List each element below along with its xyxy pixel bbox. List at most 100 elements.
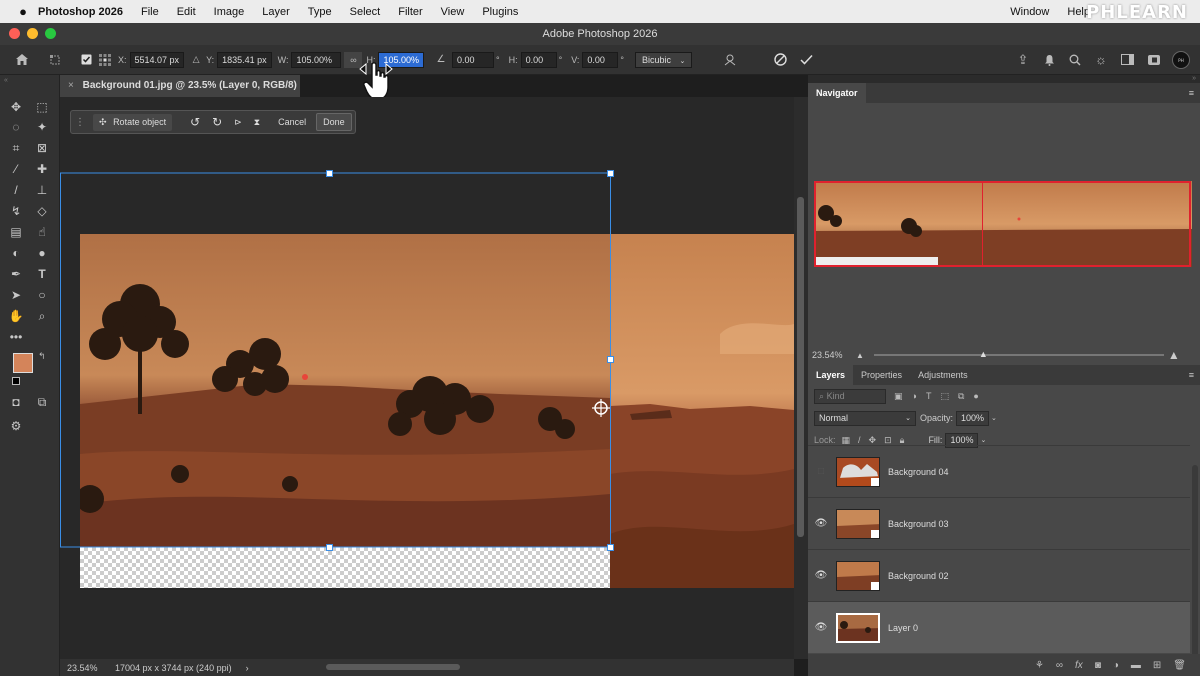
menu-app-name[interactable]: Photoshop 2026 — [38, 6, 123, 18]
new-group-icon[interactable]: ▬ — [1131, 660, 1141, 671]
foreground-color-swatch[interactable] — [13, 353, 33, 373]
layer-thumbnail[interactable] — [836, 612, 880, 643]
eye-icon[interactable]: 👁︎ — [808, 570, 834, 581]
healing-tool-icon[interactable]: ✚ — [32, 160, 52, 178]
layers-scrollbar[interactable] — [1192, 465, 1198, 665]
layer-row[interactable]: □ Background 04 — [808, 445, 1190, 497]
sponge-tool-icon[interactable]: ● — [32, 244, 52, 262]
fill-dropdown-icon[interactable]: ⌄ — [980, 436, 986, 444]
horizontal-scrollbar[interactable] — [326, 664, 460, 670]
reference-point-checkbox[interactable] — [74, 54, 98, 65]
menu-select[interactable]: Select — [350, 6, 381, 18]
brush-tool-icon[interactable]: / — [6, 181, 26, 199]
layer-row-selected[interactable]: 👁︎ Layer 0 — [808, 601, 1190, 653]
lock-transparent-icon[interactable]: ▦ — [842, 435, 851, 446]
account-avatar[interactable]: PH — [1168, 50, 1194, 69]
swap-colors-icon[interactable]: ↰ — [38, 351, 46, 362]
transform-bounding-box[interactable] — [60, 165, 620, 557]
cancel-button[interactable]: Cancel — [272, 114, 312, 130]
warp-icon[interactable] — [720, 53, 740, 67]
layers-menu-icon[interactable]: ≡ — [1189, 370, 1194, 380]
fx-icon[interactable]: fx — [1075, 660, 1083, 671]
close-window-button[interactable] — [9, 28, 20, 39]
menu-plugins[interactable]: Plugins — [482, 6, 518, 18]
transform-handle-top-right[interactable] — [607, 170, 614, 177]
navigator-thumbnail[interactable] — [814, 181, 1192, 267]
opacity-input[interactable]: 100% — [956, 410, 990, 426]
delete-layer-icon[interactable]: 🗑︎ — [1173, 660, 1186, 671]
magic-wand-tool-icon[interactable]: ✦ — [32, 118, 52, 136]
filter-type-icon[interactable]: T — [926, 391, 932, 402]
vskew-input[interactable]: 0.00 — [582, 51, 619, 68]
zoom-window-button[interactable] — [45, 28, 56, 39]
layer-name[interactable]: Background 03 — [888, 519, 949, 529]
transform-handle-bottom[interactable] — [326, 544, 333, 551]
transform-handle-top[interactable] — [326, 170, 333, 177]
lasso-tool-icon[interactable]: ◌ — [6, 118, 26, 136]
lock-position-icon[interactable]: ✥ — [869, 435, 877, 446]
commit-transform-icon[interactable] — [796, 54, 816, 65]
scroll-thumb[interactable] — [797, 197, 804, 537]
tab-adjustments[interactable]: Adjustments — [910, 365, 976, 385]
type-tool-icon[interactable]: T — [32, 265, 52, 283]
gradient-tool-icon[interactable]: ▤ — [6, 223, 26, 241]
collapse-toolbar-icon[interactable]: « — [4, 77, 8, 84]
new-layer-icon[interactable]: ⊞ — [1153, 660, 1161, 671]
history-brush-tool-icon[interactable]: ↯ — [6, 202, 26, 220]
lock-artboard-icon[interactable]: ⊡ — [884, 435, 892, 446]
y-input[interactable]: 1835.41 px — [217, 51, 272, 68]
eye-icon[interactable]: 👁︎ — [808, 518, 834, 529]
apple-icon[interactable]: ● — [0, 4, 34, 19]
hskew-input[interactable]: 0.00 — [520, 51, 557, 68]
layer-thumbnail[interactable] — [836, 560, 880, 591]
transform-handle-right[interactable] — [607, 356, 614, 363]
home-icon[interactable] — [0, 53, 44, 66]
interpolation-select[interactable]: Bicubic ⌄ — [635, 51, 693, 68]
lightbulb-icon[interactable]: ☼ — [1088, 52, 1114, 67]
rotate-left-icon[interactable]: ↺ — [184, 112, 206, 132]
filter-toggle-icon[interactable]: ● — [973, 391, 978, 402]
layer-thumbnail[interactable] — [836, 456, 880, 487]
drag-handle-icon[interactable]: ⋮ — [75, 117, 85, 128]
visibility-toggle-off[interactable]: □ — [808, 466, 834, 477]
transform-handle-bottom-right[interactable] — [607, 544, 614, 551]
smudge-tool-icon[interactable]: ☝ — [32, 223, 52, 241]
ellipse-tool-icon[interactable]: ○ — [32, 286, 52, 304]
link-layers-icon[interactable]: ∞ — [1056, 660, 1063, 671]
menu-edit[interactable]: Edit — [177, 6, 196, 18]
bell-icon[interactable] — [1036, 54, 1062, 66]
w-input[interactable]: 105.00% — [291, 51, 342, 68]
done-button[interactable]: Done — [316, 113, 352, 131]
adjustment-layer-icon[interactable]: ◑ — [1113, 660, 1119, 671]
navigator-zoom-slider[interactable]: ▲ — [873, 349, 1164, 359]
eyedropper-tool-icon[interactable]: ⁄ — [6, 160, 26, 178]
menu-layer[interactable]: Layer — [262, 6, 290, 18]
default-colors-icon[interactable] — [12, 377, 20, 385]
eye-icon[interactable]: 👁︎ — [808, 622, 834, 633]
collapse-panels-icon[interactable]: » — [1192, 75, 1196, 82]
close-icon[interactable]: × — [68, 80, 74, 91]
add-mask-icon[interactable]: ◙ — [1095, 660, 1101, 671]
hand-tool-icon[interactable]: ✋ — [6, 307, 26, 325]
layer-kind-filter[interactable]: ⌕ Kind — [814, 388, 886, 404]
search-icon[interactable] — [1062, 54, 1088, 66]
filter-shape-icon[interactable]: ⬚ — [940, 391, 949, 402]
zoom-out-icon[interactable]: ▲ — [856, 351, 864, 360]
path-selection-tool-icon[interactable]: ➤ — [6, 286, 26, 304]
dodge-tool-icon[interactable]: ◐ — [6, 244, 26, 262]
menu-window[interactable]: Window — [1010, 6, 1049, 18]
more-tools-icon[interactable]: ••• — [6, 328, 26, 346]
transform-icon[interactable] — [44, 54, 66, 66]
status-zoom[interactable]: 23.54% — [60, 663, 115, 673]
tab-navigator[interactable]: Navigator — [808, 83, 866, 103]
pen-tool-icon[interactable]: ✒ — [6, 265, 26, 283]
layer-row[interactable]: 👁︎ Background 03 — [808, 497, 1190, 549]
rotate-object-button[interactable]: ✣ Rotate object — [93, 113, 173, 131]
menu-file[interactable]: File — [141, 6, 159, 18]
filter-pixel-icon[interactable]: ▣ — [894, 391, 903, 402]
layer-name[interactable]: Background 02 — [888, 571, 949, 581]
opacity-dropdown-icon[interactable]: ⌄ — [991, 414, 997, 422]
blend-mode-select[interactable]: Normal ⌄ — [814, 410, 916, 426]
tab-layers[interactable]: Layers — [808, 365, 854, 385]
quick-mask-icon[interactable]: ◘ — [6, 393, 26, 411]
